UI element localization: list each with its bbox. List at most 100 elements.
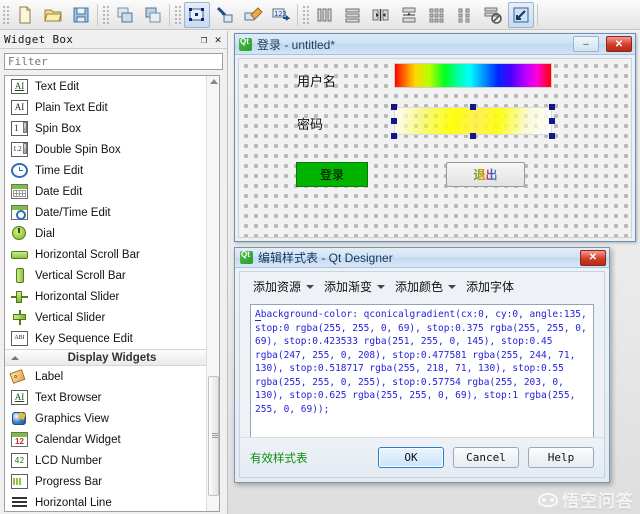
form-canvas[interactable]: 用户名 密码 登录 退出	[238, 58, 632, 238]
scroll-up-icon[interactable]	[210, 79, 218, 84]
minimize-button[interactable]: –	[573, 36, 599, 52]
widget-box-panel: Widget Box ❐ ✕ AI Text Edit AI Plain Text E…	[0, 31, 228, 514]
stylesheet-menu-2[interactable]: 添加渐变	[321, 276, 388, 297]
username-field[interactable]	[394, 63, 552, 88]
layout-horizontally-icon[interactable]	[312, 2, 338, 28]
selection-handle[interactable]	[470, 133, 476, 139]
ok-button[interactable]: OK	[378, 447, 444, 468]
layout-splitter-vertical-icon[interactable]	[396, 2, 422, 28]
toolbar-grip[interactable]	[1, 3, 9, 26]
edit-tab-order-icon[interactable]: 123	[268, 2, 294, 28]
stylesheet-code-editor[interactable]: Abackground-color: qconicalgradient(cx:0…	[250, 304, 594, 438]
form-window-titlebar[interactable]: 登录 - untitled* – ✕	[235, 34, 635, 55]
graphics-view-icon	[11, 411, 28, 426]
stylesheet-menu-1[interactable]: 添加资源	[250, 276, 317, 297]
selection-handle[interactable]	[470, 104, 476, 110]
selection-handle[interactable]	[549, 104, 555, 110]
form-window-title: 登录 - untitled*	[257, 37, 336, 52]
widget-item-spin-box[interactable]: 1 Spin Box	[5, 118, 219, 139]
selection-handle[interactable]	[391, 118, 397, 124]
widget-item-vertical-scroll-bar[interactable]: Vertical Scroll Bar	[5, 265, 219, 286]
widget-item-label: Plain Text Edit	[35, 101, 108, 114]
edit-signals-slots-icon[interactable]	[212, 2, 238, 28]
selection-handle[interactable]	[549, 133, 555, 139]
horizontal-slider-icon	[11, 289, 28, 304]
password-label[interactable]: 密码	[297, 114, 323, 133]
widget-group-display-widgets[interactable]: Display Widgets	[5, 349, 219, 366]
chevron-down-icon[interactable]	[306, 285, 315, 289]
exit-button[interactable]: 退出	[446, 162, 525, 187]
toolbar-grip[interactable]	[101, 3, 109, 26]
text-browser-icon: AI	[11, 390, 28, 405]
widget-list-scrollbar[interactable]	[206, 76, 219, 511]
widget-item-horizontal-line[interactable]: Horizontal Line	[5, 492, 219, 511]
break-layout-icon[interactable]	[480, 2, 506, 28]
stylesheet-dialog-titlebar[interactable]: 编辑样式表 - Qt Designer ✕	[235, 248, 609, 268]
layout-splitter-horizontal-icon[interactable]	[368, 2, 394, 28]
form-designer-window[interactable]: 登录 - untitled* – ✕ 用户名 密码 登录 退出	[234, 33, 636, 242]
widget-item-double-spin-box[interactable]: 1.2 Double Spin Box	[5, 139, 219, 160]
widget-item-label: Double Spin Box	[35, 143, 121, 156]
widget-item-date-time-edit[interactable]: Date/Time Edit	[5, 202, 219, 223]
widget-item-vertical-slider[interactable]: Vertical Slider	[5, 307, 219, 328]
undock-icon[interactable]: ❐	[197, 33, 211, 47]
widget-item-key-sequence-edit[interactable]: ABI Key Sequence Edit	[5, 328, 219, 349]
filter-input[interactable]	[4, 53, 223, 70]
selection-handle[interactable]	[391, 104, 397, 110]
widget-item-text-edit[interactable]: AI Text Edit	[5, 76, 219, 97]
password-field[interactable]	[394, 107, 552, 135]
widget-item-label: Vertical Scroll Bar	[35, 269, 126, 282]
layout-vertically-icon[interactable]	[340, 2, 366, 28]
widget-item-label: Graphics View	[35, 412, 109, 425]
help-button[interactable]: Help	[528, 447, 594, 468]
chevron-down-icon[interactable]	[448, 285, 457, 289]
stylesheet-dialog-footer: 有效样式表 OK Cancel Help	[240, 437, 604, 477]
new-form-icon[interactable]	[12, 2, 38, 28]
widget-item-label[interactable]: Label	[5, 366, 219, 387]
edit-stylesheet-dialog[interactable]: 编辑样式表 - Qt Designer ✕ 添加资源 添加渐变 添加颜色 添加字体 A…	[234, 247, 610, 483]
close-icon[interactable]: ✕	[211, 33, 225, 47]
open-form-icon[interactable]	[40, 2, 66, 28]
widget-item-progress-bar[interactable]: Progress Bar	[5, 471, 219, 492]
login-button[interactable]: 登录	[296, 162, 368, 187]
widget-item-label: Horizontal Scroll Bar	[35, 248, 140, 261]
save-form-icon[interactable]	[68, 2, 94, 28]
redo-icon[interactable]	[140, 2, 166, 28]
selection-handle[interactable]	[549, 118, 555, 124]
text-edit-icon: AI	[11, 79, 28, 94]
toolbar-grip[interactable]	[173, 3, 181, 26]
undo-icon[interactable]	[112, 2, 138, 28]
widget-item-plain-text-edit[interactable]: AI Plain Text Edit	[5, 97, 219, 118]
edit-widgets-icon[interactable]	[184, 1, 210, 28]
toolbar-grip[interactable]	[301, 3, 309, 26]
layout-form-icon[interactable]	[452, 2, 478, 28]
widget-item-horizontal-scroll-bar[interactable]: Horizontal Scroll Bar	[5, 244, 219, 265]
widget-item-horizontal-slider[interactable]: Horizontal Slider	[5, 286, 219, 307]
stylesheet-menu-3[interactable]: 添加颜色	[392, 276, 459, 297]
widget-item-calendar-widget[interactable]: 12 Calendar Widget	[5, 429, 219, 450]
cancel-button[interactable]: Cancel	[453, 447, 519, 468]
widget-item-label: Horizontal Slider	[35, 290, 120, 303]
username-label[interactable]: 用户名	[297, 71, 336, 90]
calendar-widget-icon: 12	[11, 432, 28, 447]
close-button[interactable]: ✕	[580, 249, 606, 266]
qt-logo-icon	[240, 250, 253, 264]
widget-item-graphics-view[interactable]: Graphics View	[5, 408, 219, 429]
widget-item-label: Progress Bar	[35, 475, 103, 488]
edit-buddies-icon[interactable]	[240, 2, 266, 28]
qt-designer-window: 123 Widget Box ❐ ✕ Filter AI Text Edit A…	[0, 0, 640, 514]
widget-item-dial[interactable]: Dial	[5, 223, 219, 244]
close-button[interactable]: ✕	[606, 36, 632, 52]
scrollbar-thumb[interactable]	[208, 376, 219, 496]
stylesheet-menu-4[interactable]: 添加字体	[463, 276, 517, 297]
widget-item-text-browser[interactable]: AI Text Browser	[5, 387, 219, 408]
toolbar-separator	[297, 3, 298, 26]
chevron-down-icon[interactable]	[377, 285, 386, 289]
widget-item-time-edit[interactable]: Time Edit	[5, 160, 219, 181]
widget-list[interactable]: AI Text Edit AI Plain Text Edit 1 Spin Box 1.2…	[4, 75, 220, 512]
layout-grid-icon[interactable]	[424, 2, 450, 28]
selection-handle[interactable]	[391, 133, 397, 139]
widget-item-lcd-number[interactable]: 42 LCD Number	[5, 450, 219, 471]
widget-item-date-edit[interactable]: Date Edit	[5, 181, 219, 202]
adjust-size-icon[interactable]	[508, 1, 534, 28]
